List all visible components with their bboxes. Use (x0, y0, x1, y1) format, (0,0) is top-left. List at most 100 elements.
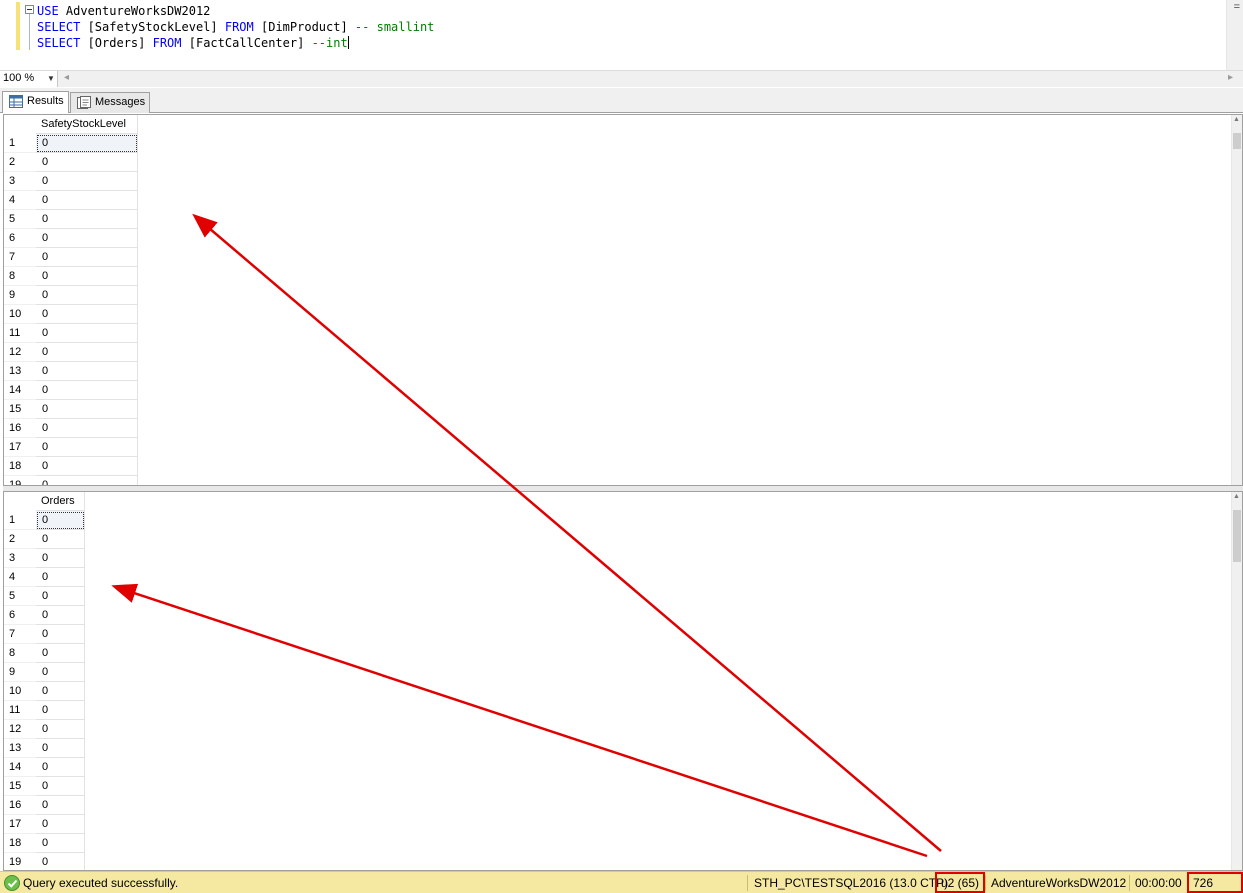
code-line[interactable]: USE AdventureWorksDW2012 (37, 3, 434, 19)
row-number[interactable]: 5 (4, 587, 36, 606)
tab-results[interactable]: Results (2, 91, 69, 113)
split-editor-icon[interactable]: = (1234, 1, 1240, 13)
grid-cell[interactable]: 0 (36, 663, 85, 682)
grid-cell[interactable]: 0 (36, 606, 85, 625)
row-number[interactable]: 5 (4, 210, 36, 229)
grid-cell[interactable]: 0 (36, 701, 85, 720)
grid-cell[interactable]: 0 (36, 625, 85, 644)
grid-cell[interactable]: 0 (36, 587, 85, 606)
zoom-dropdown-icon[interactable]: ▼ (47, 71, 57, 87)
grid-cell[interactable]: 0 (36, 134, 138, 153)
sql-comment: --int (311, 36, 348, 50)
row-number[interactable]: 10 (4, 682, 36, 701)
row-number[interactable]: 19 (4, 476, 36, 485)
grid-cell[interactable]: 0 (36, 758, 85, 777)
scroll-left-icon[interactable]: ◂ (64, 72, 69, 83)
row-number[interactable]: 2 (4, 530, 36, 549)
grid-cell[interactable]: 0 (36, 682, 85, 701)
scroll-thumb[interactable] (1233, 510, 1241, 562)
grid-cell[interactable]: 0 (36, 248, 138, 267)
grid-cell[interactable]: 0 (36, 400, 138, 419)
row-number[interactable]: 8 (4, 644, 36, 663)
collapse-toggle-icon[interactable] (25, 5, 34, 14)
grid-cell[interactable]: 0 (36, 644, 85, 663)
grid-cell[interactable]: 0 (36, 720, 85, 739)
row-number[interactable]: 18 (4, 834, 36, 853)
row-number[interactable]: 10 (4, 305, 36, 324)
row-number[interactable]: 9 (4, 663, 36, 682)
query-editor[interactable]: USE AdventureWorksDW2012 SELECT [SafetySt… (0, 0, 1243, 70)
scroll-up-icon[interactable]: ▲ (1233, 116, 1240, 123)
grid-cell[interactable]: 0 (36, 419, 138, 438)
scroll-up-icon[interactable]: ▲ (1233, 493, 1240, 500)
row-number[interactable]: 4 (4, 568, 36, 587)
row-number[interactable]: 4 (4, 191, 36, 210)
row-number[interactable]: 18 (4, 457, 36, 476)
row-number[interactable]: 16 (4, 796, 36, 815)
scroll-right-icon[interactable]: ▸ (1228, 72, 1233, 83)
grid-cell[interactable]: 0 (36, 853, 85, 870)
row-number[interactable]: 8 (4, 267, 36, 286)
grid-cell[interactable]: 0 (36, 549, 85, 568)
code-line[interactable]: SELECT [SafetyStockLevel] FROM [DimProdu… (37, 19, 434, 35)
grid-cell[interactable]: 0 (36, 324, 138, 343)
grid-cell[interactable]: 0 (36, 777, 85, 796)
grid-cell[interactable]: 0 (36, 229, 138, 248)
grid-cell[interactable]: 0 (36, 530, 85, 549)
row-number[interactable]: 13 (4, 362, 36, 381)
grid-1-scrollbar[interactable]: ▲ (1231, 115, 1242, 485)
result-grid-1[interactable]: SafetyStockLevel 1 0 2 0 3 0 4 0 5 0 6 0 7 0 8 0 9 0 10 0 11 0… (3, 114, 1243, 486)
query-text[interactable]: USE AdventureWorksDW2012 SELECT [SafetySt… (37, 3, 434, 51)
grid-cell[interactable]: 0 (36, 739, 85, 758)
grid-cell[interactable]: 0 (36, 362, 138, 381)
grid-cell[interactable]: 0 (36, 153, 138, 172)
row-number[interactable]: 12 (4, 343, 36, 362)
row-number[interactable]: 13 (4, 739, 36, 758)
grid-cell[interactable]: 0 (36, 457, 138, 476)
grid-cell[interactable]: 0 (36, 343, 138, 362)
code-line[interactable]: SELECT [Orders] FROM [FactCallCenter] --… (37, 35, 434, 51)
column-header[interactable]: Orders (36, 492, 85, 511)
row-number[interactable]: 6 (4, 229, 36, 248)
grid-cell[interactable]: 0 (36, 305, 138, 324)
grid-cell[interactable]: 0 (36, 438, 138, 457)
grid-cell[interactable]: 0 (36, 381, 138, 400)
row-number[interactable]: 14 (4, 381, 36, 400)
grid-cell[interactable]: 0 (36, 267, 138, 286)
column-header[interactable]: SafetyStockLevel (36, 115, 138, 134)
grid-cell[interactable]: 0 (36, 511, 85, 530)
row-number[interactable]: 17 (4, 438, 36, 457)
grid-cell[interactable]: 0 (36, 210, 138, 229)
tab-messages[interactable]: Messages (70, 92, 150, 113)
row-number[interactable]: 17 (4, 815, 36, 834)
result-grid-2[interactable]: Orders 1 0 2 0 3 0 4 0 5 0 6 0 7 0 8 0 9 0 10 0 11 0 12 0 13 0 14 0 1… (3, 491, 1243, 871)
grid-cell[interactable]: 0 (36, 796, 85, 815)
grid-cell[interactable]: 0 (36, 172, 138, 191)
row-number[interactable]: 15 (4, 777, 36, 796)
row-number[interactable]: 12 (4, 720, 36, 739)
row-number[interactable]: 1 (4, 511, 36, 530)
row-number[interactable]: 9 (4, 286, 36, 305)
row-number[interactable]: 2 (4, 153, 36, 172)
grid-cell[interactable]: 0 (36, 191, 138, 210)
grid-cell[interactable]: 0 (36, 286, 138, 305)
row-number[interactable]: 6 (4, 606, 36, 625)
row-number[interactable]: 3 (4, 549, 36, 568)
grid-cell[interactable]: 0 (36, 568, 85, 587)
row-number[interactable]: 1 (4, 134, 36, 153)
grid-cell[interactable]: 0 (36, 834, 85, 853)
grid-cell[interactable]: 0 (36, 476, 138, 485)
row-number[interactable]: 3 (4, 172, 36, 191)
row-number[interactable]: 11 (4, 701, 36, 720)
row-number[interactable]: 7 (4, 248, 36, 267)
editor-scrollbar[interactable]: = (1226, 0, 1243, 70)
grid-2-scrollbar[interactable]: ▲ (1231, 492, 1242, 870)
row-number[interactable]: 16 (4, 419, 36, 438)
row-number[interactable]: 15 (4, 400, 36, 419)
row-number[interactable]: 7 (4, 625, 36, 644)
row-number[interactable]: 14 (4, 758, 36, 777)
row-number[interactable]: 19 (4, 853, 36, 870)
grid-cell[interactable]: 0 (36, 815, 85, 834)
scroll-thumb[interactable] (1233, 133, 1241, 149)
row-number[interactable]: 11 (4, 324, 36, 343)
